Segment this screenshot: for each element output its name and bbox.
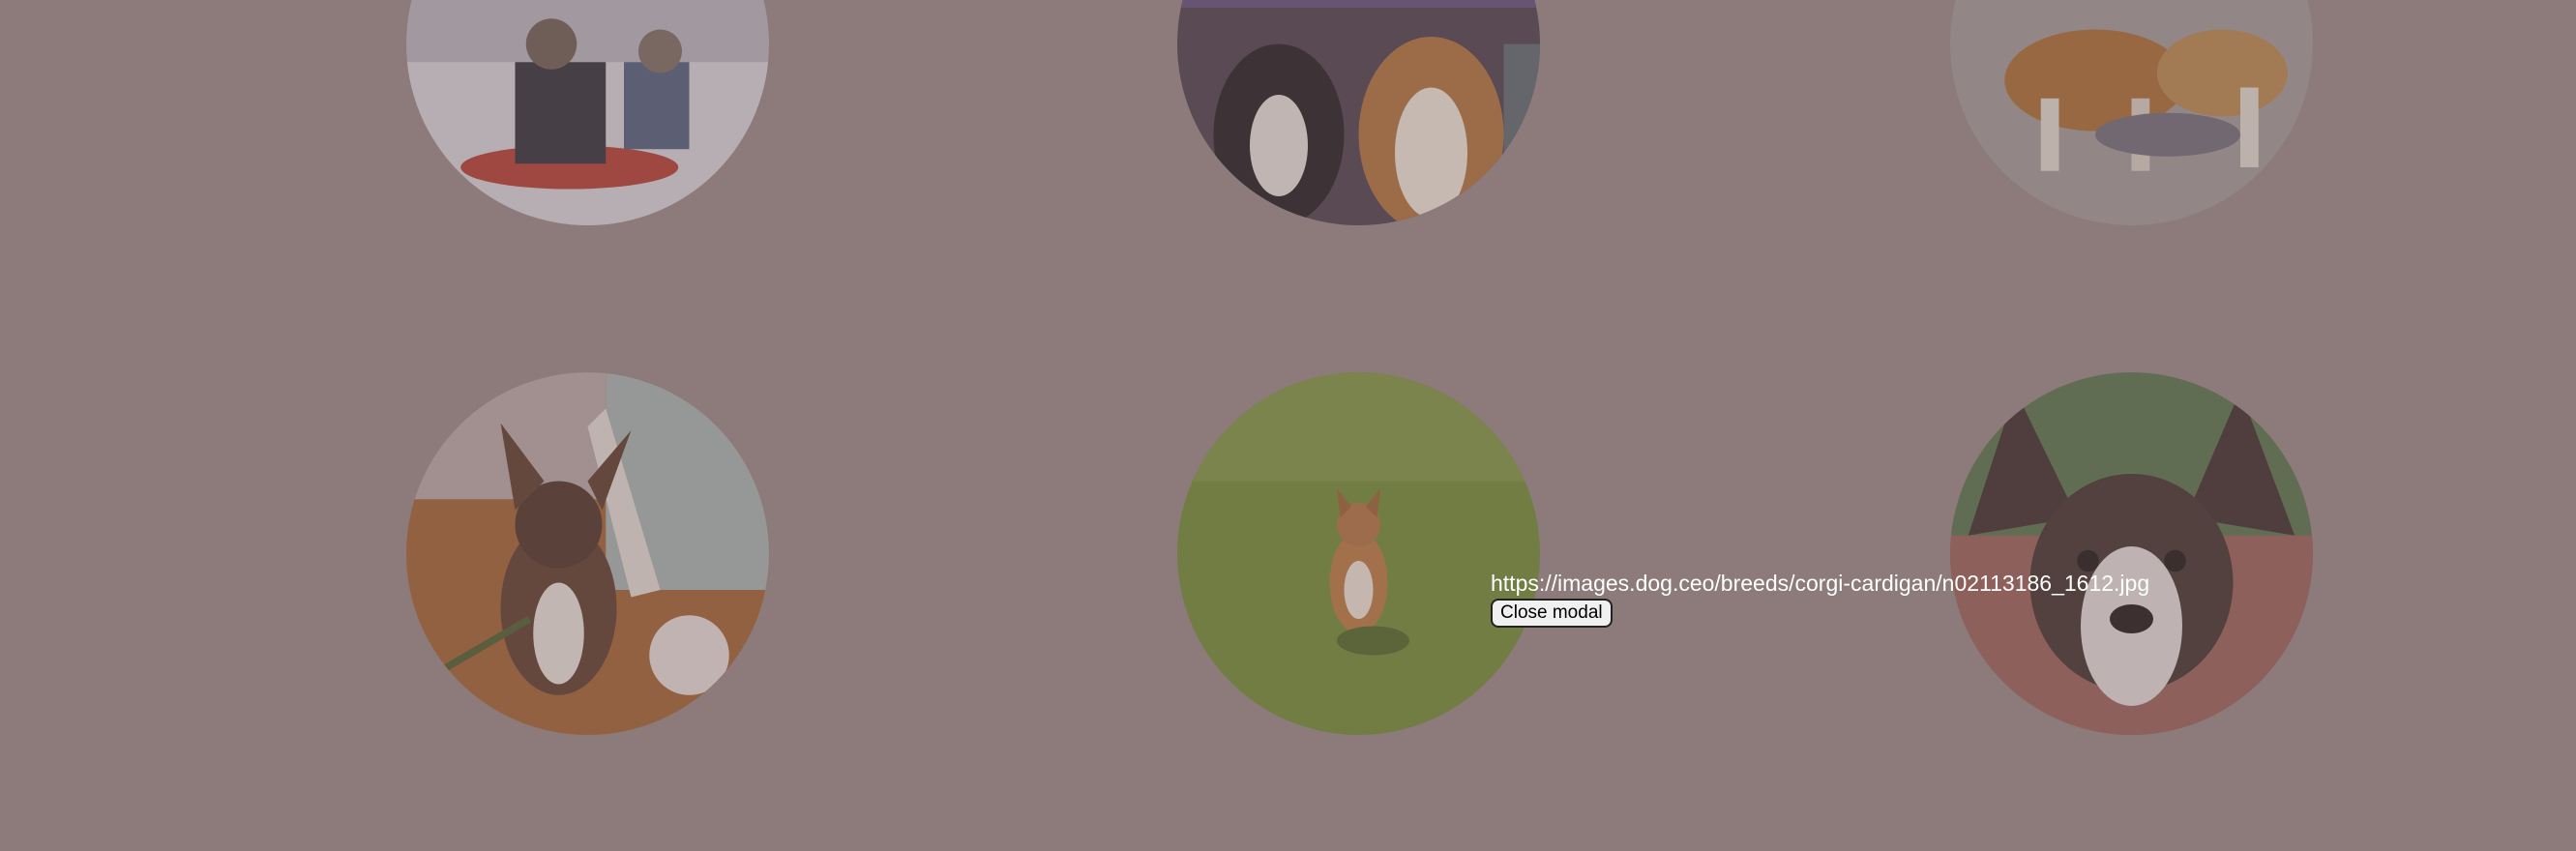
two-corgis-icon: [1177, 0, 1540, 225]
dog-image-5[interactable]: [1177, 372, 1540, 735]
dog-image-6[interactable]: [1950, 372, 2313, 735]
image-modal: https://images.dog.ceo/breeds/corgi-card…: [1491, 570, 2245, 628]
close-modal-button[interactable]: Close modal: [1491, 599, 1613, 628]
dog-sled-icon: [406, 0, 769, 225]
corgi-grass-icon: [1177, 372, 1540, 735]
image-url-text: https://images.dog.ceo/breeds/corgi-card…: [1491, 571, 2150, 596]
big-eared-corgi-icon: [1950, 372, 2313, 735]
dog-image-1[interactable]: [406, 0, 769, 225]
dog-image-3[interactable]: [1950, 0, 2313, 225]
brindle-corgi-icon: [406, 372, 769, 735]
corgis-walking-icon: [1950, 0, 2313, 225]
dog-image-2[interactable]: [1177, 0, 1540, 225]
dog-image-4[interactable]: [406, 372, 769, 735]
page: https://images.dog.ceo/breeds/corgi-card…: [0, 0, 2576, 851]
